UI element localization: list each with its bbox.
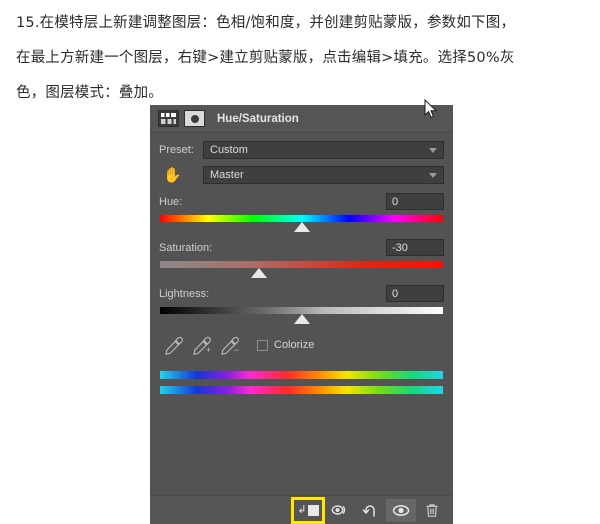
saturation-value-input[interactable]: -30 bbox=[386, 239, 444, 256]
panel-header: Hue/Saturation bbox=[150, 105, 453, 133]
eye-icon bbox=[392, 504, 410, 516]
eyedropper-glyph bbox=[165, 336, 183, 355]
instruction-line-3: 色，图层模式：叠加。 bbox=[16, 85, 163, 101]
chevron-down-icon bbox=[429, 147, 437, 153]
reset-button[interactable] bbox=[355, 499, 385, 522]
saturation-gradient-track bbox=[160, 261, 443, 268]
hue-saturation-properties-panel: Hue/Saturation Preset: Custom ✋ Master H… bbox=[150, 105, 453, 524]
clip-arrow-icon: ↲ bbox=[297, 503, 307, 516]
colorize-label: Colorize bbox=[274, 339, 315, 351]
eyedropper-row: + − Colorize bbox=[159, 335, 444, 355]
color-bar-adjusted bbox=[160, 386, 443, 394]
hue-slider-thumb[interactable] bbox=[293, 222, 310, 232]
reset-arrow-icon bbox=[362, 504, 375, 517]
lightness-slider-thumb[interactable] bbox=[293, 314, 310, 324]
chevron-down-icon bbox=[429, 172, 437, 178]
clip-square-icon bbox=[307, 504, 319, 516]
adjustment-icon-stripe-top bbox=[161, 113, 176, 117]
channel-dropdown[interactable]: Master bbox=[203, 166, 444, 184]
mask-icon-dot bbox=[190, 114, 199, 123]
saturation-slider-thumb[interactable] bbox=[251, 268, 268, 278]
panel-footer-toolbar: ↲ bbox=[150, 495, 453, 524]
channel-value: Master bbox=[210, 169, 244, 181]
saturation-slider-head: Saturation: -30 bbox=[159, 239, 444, 256]
colorize-checkbox[interactable] bbox=[257, 339, 268, 351]
saturation-track-wrap[interactable] bbox=[160, 259, 443, 281]
preset-value: Custom bbox=[210, 144, 248, 156]
hue-slider-head: Hue: 0 bbox=[159, 193, 444, 210]
instruction-line-1: 15.在模特层上新建调整图层：色相/饱和度，并创建剪贴蒙版，参数如下图， bbox=[16, 15, 516, 31]
toggle-visibility-button[interactable] bbox=[386, 498, 416, 522]
eyedropper-sub-icon[interactable]: − bbox=[217, 335, 241, 355]
layer-mask-icon[interactable] bbox=[184, 110, 205, 127]
panel-body: Preset: Custom ✋ Master Hue: 0 Saturatio… bbox=[150, 133, 453, 394]
panel-title: Hue/Saturation bbox=[217, 112, 299, 125]
hand-icon[interactable]: ✋ bbox=[159, 168, 203, 183]
instruction-line-2: 在最上方新建一个图层，右键>建立剪贴蒙版，点击编辑>填充。选择50%灰 bbox=[16, 50, 515, 66]
adjustment-icon-stripe-bottom bbox=[161, 119, 176, 124]
lightness-slider-head: Lightness: 0 bbox=[159, 285, 444, 302]
delete-layer-button[interactable] bbox=[417, 499, 447, 522]
lightness-track-wrap[interactable] bbox=[160, 305, 443, 327]
lightness-label: Lightness: bbox=[159, 287, 210, 300]
eyedropper-icon[interactable] bbox=[161, 335, 185, 355]
channel-row: ✋ Master bbox=[159, 166, 444, 184]
preset-row: Preset: Custom bbox=[159, 141, 444, 159]
lightness-gradient-track bbox=[160, 307, 443, 314]
hue-track-wrap[interactable] bbox=[160, 213, 443, 235]
hue-value-input[interactable]: 0 bbox=[386, 193, 444, 210]
eyedropper-plus-sign: + bbox=[205, 345, 211, 355]
eyedropper-add-icon[interactable]: + bbox=[189, 335, 213, 355]
hue-label: Hue: bbox=[159, 195, 183, 208]
eye-toggle-icon bbox=[331, 505, 345, 515]
hue-slider-group: Hue: 0 bbox=[159, 193, 444, 235]
saturation-label: Saturation: bbox=[159, 241, 213, 254]
hue-gradient-track bbox=[160, 215, 443, 222]
lightness-value-input[interactable]: 0 bbox=[386, 285, 444, 302]
preset-label: Preset: bbox=[159, 144, 194, 156]
clip-to-layer-button[interactable]: ↲ bbox=[291, 496, 325, 524]
color-bar-original bbox=[160, 371, 443, 379]
eyedropper-minus-sign: − bbox=[233, 345, 239, 355]
instruction-text-block: 15.在模特层上新建调整图层：色相/饱和度，并创建剪贴蒙版，参数如下图， 在最上… bbox=[0, 0, 600, 115]
trash-icon bbox=[426, 503, 438, 517]
view-previous-state-button[interactable] bbox=[324, 499, 354, 522]
saturation-slider-group: Saturation: -30 bbox=[159, 239, 444, 281]
adjustment-layer-icon[interactable] bbox=[158, 110, 179, 127]
preset-dropdown[interactable]: Custom bbox=[203, 141, 444, 159]
lightness-slider-group: Lightness: 0 bbox=[159, 285, 444, 327]
